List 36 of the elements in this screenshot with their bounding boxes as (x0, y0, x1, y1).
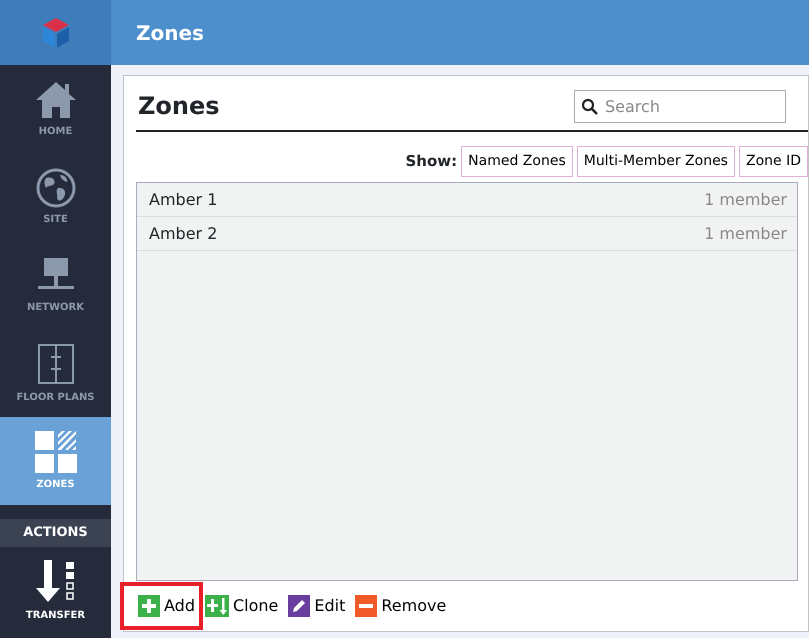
search-field[interactable]: Search (574, 90, 786, 122)
sidebar-action-label: TRANSFER (26, 608, 86, 622)
toolbar-button[interactable]: Remove (353, 590, 448, 622)
sidebar-item[interactable]: FLOOR PLANS (0, 329, 111, 417)
globe-icon (36, 168, 76, 208)
filter-button[interactable]: Multi-Member Zones (576, 146, 735, 177)
sidebar-item-label: ZONES (36, 478, 75, 492)
zones-icon (34, 430, 76, 472)
home-icon (34, 80, 78, 120)
filter-button[interactable]: Zone ID (738, 146, 808, 177)
panel-title: Zones (138, 91, 220, 122)
filter-button[interactable]: Named Zones (461, 146, 573, 177)
sidebar-item-label: NETWORK (26, 300, 84, 314)
member-count: 1 member (704, 222, 787, 244)
sidebar-item-label: HOME (38, 124, 72, 138)
page-title: Zones (111, 0, 809, 65)
sidebar-item-label: SITE (43, 212, 68, 226)
zone-name: Amber 1 (149, 188, 218, 210)
sidebar-item[interactable]: SITE (0, 153, 111, 241)
section-header: ACTIONS (0, 519, 111, 547)
sidebar-item[interactable]: HOME (0, 65, 111, 153)
minus-icon (355, 595, 378, 617)
sidebar-item[interactable]: NETWORK (0, 241, 111, 329)
member-count: 1 member (704, 188, 787, 210)
sidebar-action[interactable]: TRANSFER (0, 547, 111, 635)
plus-icon (138, 595, 160, 617)
sidebar-item-label: FLOOR PLANS (16, 390, 95, 404)
zone-name: Amber 2 (149, 222, 218, 244)
zone-row[interactable]: Amber 1 1 member (137, 183, 797, 217)
toolbar-button[interactable]: Add (126, 588, 197, 624)
toolbar-button[interactable]: Clone (202, 590, 280, 622)
pencil-icon (288, 595, 310, 617)
zone-row[interactable]: Amber 2 1 member (137, 217, 797, 251)
floor-plan-icon (36, 342, 76, 386)
toolbar-button[interactable]: Edit (286, 590, 348, 622)
show-label: Show: (406, 151, 458, 172)
